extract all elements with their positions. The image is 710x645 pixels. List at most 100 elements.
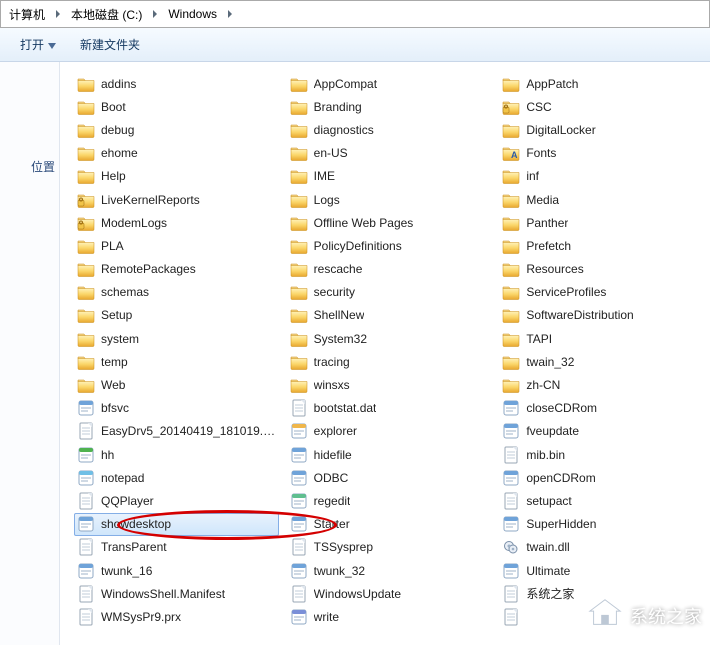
breadcrumb-folder[interactable]: Windows bbox=[162, 1, 223, 27]
list-item[interactable]: debug bbox=[74, 118, 279, 141]
list-item[interactable]: QQPlayer bbox=[74, 489, 279, 512]
list-item[interactable]: ShellNew bbox=[287, 304, 492, 327]
list-item[interactable]: inf bbox=[499, 165, 704, 188]
list-item[interactable]: setupact bbox=[499, 489, 704, 512]
list-item[interactable]: Offline Web Pages bbox=[287, 211, 492, 234]
item-label: bootstat.dat bbox=[314, 401, 377, 415]
list-item[interactable]: system bbox=[74, 327, 279, 350]
list-item[interactable]: Resources bbox=[499, 258, 704, 281]
list-item[interactable]: notepad bbox=[74, 466, 279, 489]
item-label: rescache bbox=[314, 262, 363, 276]
list-item[interactable]: TAPI bbox=[499, 327, 704, 350]
chevron-right-icon[interactable] bbox=[51, 1, 65, 27]
list-item[interactable]: SuperHidden bbox=[499, 513, 704, 536]
folder-icon bbox=[290, 353, 308, 371]
list-item[interactable]: ehome bbox=[74, 142, 279, 165]
list-item[interactable]: RemotePackages bbox=[74, 258, 279, 281]
list-item[interactable]: TSSysprep bbox=[287, 536, 492, 559]
list-item[interactable]: regedit bbox=[287, 489, 492, 512]
list-item[interactable]: ODBC bbox=[287, 466, 492, 489]
list-item[interactable]: WMSysPr9.prx bbox=[74, 605, 279, 628]
list-item[interactable]: Media bbox=[499, 188, 704, 211]
list-item[interactable]: diagnostics bbox=[287, 118, 492, 141]
list-item[interactable]: temp bbox=[74, 350, 279, 373]
list-item[interactable]: explorer bbox=[287, 420, 492, 443]
breadcrumb-drive[interactable]: 本地磁盘 (C:) bbox=[65, 1, 148, 27]
list-item[interactable]: 系统之家 bbox=[499, 582, 704, 605]
list-item[interactable]: Starter bbox=[287, 513, 492, 536]
list-item[interactable]: winsxs bbox=[287, 373, 492, 396]
file-list[interactable]: addinsBootdebugehomeHelpLiveKernelReport… bbox=[60, 62, 710, 645]
item-label: diagnostics bbox=[314, 123, 374, 137]
item-label: ModemLogs bbox=[101, 216, 167, 230]
folder-icon bbox=[290, 144, 308, 162]
chevron-right-icon[interactable] bbox=[223, 1, 237, 27]
list-item[interactable]: rescache bbox=[287, 258, 492, 281]
list-item[interactable]: closeCDRom bbox=[499, 397, 704, 420]
item-label: Web bbox=[101, 378, 125, 392]
list-item[interactable]: tracing bbox=[287, 350, 492, 373]
sidebar-item-recent[interactable]: 位置 bbox=[0, 152, 59, 181]
list-item[interactable]: zh-CN bbox=[499, 373, 704, 396]
list-item[interactable]: addins bbox=[74, 72, 279, 95]
list-item[interactable]: twain.dll bbox=[499, 536, 704, 559]
list-item[interactable]: Help bbox=[74, 165, 279, 188]
list-item[interactable]: openCDRom bbox=[499, 466, 704, 489]
list-item[interactable]: TransParent bbox=[74, 536, 279, 559]
list-item[interactable]: Logs bbox=[287, 188, 492, 211]
list-item[interactable]: fveupdate bbox=[499, 420, 704, 443]
list-item[interactable]: AFonts bbox=[499, 142, 704, 165]
list-item[interactable]: WindowsShell.Manifest bbox=[74, 582, 279, 605]
item-label: showdesktop bbox=[101, 517, 171, 531]
folder-icon bbox=[77, 167, 95, 185]
list-item[interactable]: AppCompat bbox=[287, 72, 492, 95]
list-item[interactable]: bfsvc bbox=[74, 397, 279, 420]
folder-icon bbox=[502, 260, 520, 278]
list-item[interactable]: schemas bbox=[74, 281, 279, 304]
list-item[interactable]: CSC bbox=[499, 95, 704, 118]
list-item[interactable]: Panther bbox=[499, 211, 704, 234]
list-item[interactable]: WindowsUpdate bbox=[287, 582, 492, 605]
list-item[interactable]: IME bbox=[287, 165, 492, 188]
list-item[interactable]: LiveKernelReports bbox=[74, 188, 279, 211]
list-item[interactable]: Boot bbox=[74, 95, 279, 118]
breadcrumb-computer[interactable]: 计算机 bbox=[3, 1, 51, 27]
list-item[interactable]: PolicyDefinitions bbox=[287, 234, 492, 257]
list-item[interactable]: SoftwareDistribution bbox=[499, 304, 704, 327]
list-item[interactable]: Setup bbox=[74, 304, 279, 327]
list-item[interactable]: System32 bbox=[287, 327, 492, 350]
list-item[interactable]: EasyDrv5_20140419_181019.ed5l... bbox=[74, 420, 279, 443]
open-button[interactable]: 打开 bbox=[10, 32, 66, 58]
list-item[interactable]: en-US bbox=[287, 142, 492, 165]
list-item[interactable]: Web bbox=[74, 373, 279, 396]
list-item[interactable]: hh bbox=[74, 443, 279, 466]
list-item[interactable]: showdesktop bbox=[74, 513, 279, 536]
list-item[interactable]: Prefetch bbox=[499, 234, 704, 257]
list-item[interactable]: PLA bbox=[74, 234, 279, 257]
list-item[interactable]: hidefile bbox=[287, 443, 492, 466]
folder-icon bbox=[502, 121, 520, 139]
list-item[interactable]: bootstat.dat bbox=[287, 397, 492, 420]
app-icon bbox=[502, 399, 520, 417]
list-item[interactable]: DigitalLocker bbox=[499, 118, 704, 141]
list-item[interactable]: Ultimate bbox=[499, 559, 704, 582]
item-label: System32 bbox=[314, 332, 367, 346]
list-item[interactable]: ModemLogs bbox=[74, 211, 279, 234]
folder-icon bbox=[77, 330, 95, 348]
list-item[interactable]: AppPatch bbox=[499, 72, 704, 95]
list-item[interactable]: twunk_16 bbox=[74, 559, 279, 582]
list-item[interactable]: Branding bbox=[287, 95, 492, 118]
folder-icon bbox=[77, 144, 95, 162]
folder-icon bbox=[290, 191, 308, 209]
list-item[interactable]: write bbox=[287, 605, 492, 628]
list-item[interactable]: twunk_32 bbox=[287, 559, 492, 582]
new-folder-button[interactable]: 新建文件夹 bbox=[70, 32, 150, 58]
list-item[interactable]: ServiceProfiles bbox=[499, 281, 704, 304]
list-item[interactable] bbox=[499, 605, 704, 628]
address-bar[interactable]: 计算机 本地磁盘 (C:) Windows bbox=[0, 0, 710, 28]
list-item[interactable]: mib.bin bbox=[499, 443, 704, 466]
list-item[interactable]: twain_32 bbox=[499, 350, 704, 373]
list-item[interactable]: security bbox=[287, 281, 492, 304]
item-label: TAPI bbox=[526, 332, 552, 346]
chevron-right-icon[interactable] bbox=[148, 1, 162, 27]
